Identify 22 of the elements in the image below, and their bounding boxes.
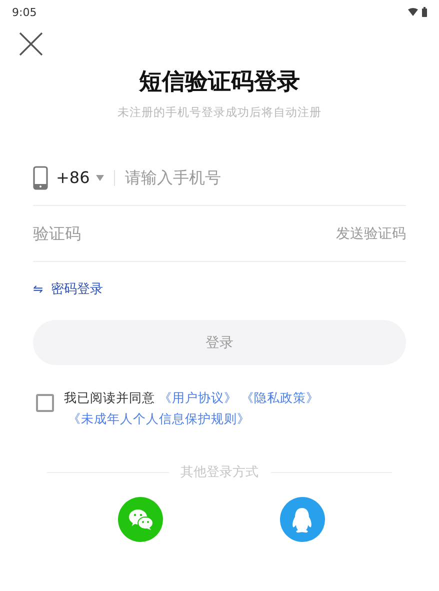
policy-link[interactable]: 《未成年人个人信息保护规则》: [68, 411, 250, 426]
subtitle: 未注册的手机号登录成功后将自动注册: [116, 105, 322, 120]
phone-icon: [33, 166, 48, 190]
status-time: 9:05: [12, 6, 37, 18]
send-code-button[interactable]: 发送验证码: [336, 224, 406, 242]
policy-link[interactable]: 《用户协议》: [159, 390, 237, 405]
country-code-selector[interactable]: +86: [56, 168, 104, 187]
password-login-link[interactable]: ⇋ 密码登录: [33, 280, 104, 298]
penguin-login-button[interactable]: [280, 497, 325, 542]
wifi-icon: [408, 8, 418, 16]
close-icon: [19, 32, 43, 56]
phone-input[interactable]: 请输入手机号: [124, 168, 406, 187]
close-button[interactable]: [19, 32, 43, 56]
caret-icon: [96, 174, 104, 180]
agreement-text: 我已阅读并同意 《用户协议》 《隐私政策》 《未成年人个人信息保护规则》: [64, 389, 320, 428]
chat-login-button[interactable]: [118, 497, 164, 542]
agree-checkbox[interactable]: [36, 394, 54, 412]
battery-icon: [422, 7, 427, 17]
code-input[interactable]: 验证码: [33, 224, 336, 243]
policy-link[interactable]: 《隐私政策》: [241, 390, 319, 405]
other-login-label: 其他登录方式: [180, 464, 258, 481]
page-title: 短信验证码登录: [138, 68, 301, 97]
